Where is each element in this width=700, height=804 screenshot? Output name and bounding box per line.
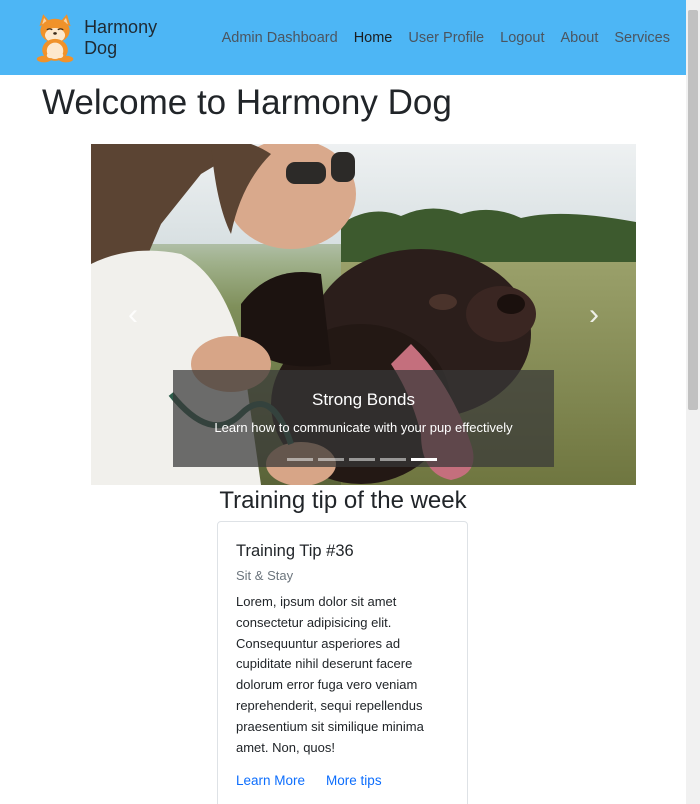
carousel-caption-title: Strong Bonds — [311, 390, 415, 409]
tip-card-title: Training Tip #36 — [236, 542, 354, 560]
nav-link-logout[interactable]: Logout — [500, 30, 544, 46]
nav-link-home[interactable]: Home — [354, 30, 393, 46]
chevron-right-icon[interactable]: › — [579, 300, 609, 330]
nav-link-admin-dashboard[interactable]: Admin Dashboard — [222, 30, 338, 46]
tip-card-links: Learn More More tips — [236, 773, 403, 788]
carousel: ‹ › Strong Bonds Learn how to communicat… — [91, 144, 636, 485]
tip-section-heading: Training tip of the week — [219, 487, 467, 514]
scrollbar-thumb[interactable] — [688, 10, 698, 410]
navbar: Harmony Dog Admin Dashboard Home User Pr… — [0, 0, 686, 75]
brand-name: Harmony Dog — [84, 16, 158, 58]
shiba-dog-logo-icon — [36, 13, 74, 62]
carousel-indicator[interactable] — [287, 458, 313, 461]
tip-card-body: Lorem, ipsum dolor sit amet consectetur … — [236, 594, 424, 755]
carousel-indicator[interactable] — [349, 458, 375, 461]
page-title: Welcome to Harmony Dog — [42, 83, 452, 122]
nav-link-user-profile[interactable]: User Profile — [408, 30, 484, 46]
carousel-indicator-active[interactable] — [411, 458, 437, 461]
more-tips-link[interactable]: More tips — [326, 773, 382, 788]
tip-card-subtitle: Sit & Stay — [236, 568, 294, 583]
nav-links: Admin Dashboard Home User Profile Logout… — [222, 30, 686, 46]
carousel-caption: Strong Bonds Learn how to communicate wi… — [173, 370, 554, 467]
carousel-caption-text: Learn how to communicate with your pup e… — [214, 420, 513, 435]
nav-link-services[interactable]: Services — [614, 30, 670, 46]
brand[interactable]: Harmony Dog — [34, 11, 186, 65]
tip-card: Training Tip #36 Sit & Stay Lorem, ipsum… — [217, 521, 468, 804]
nav-link-about[interactable]: About — [560, 30, 598, 46]
carousel-indicators — [287, 458, 442, 461]
chevron-left-icon[interactable]: ‹ — [118, 300, 148, 330]
carousel-indicator[interactable] — [380, 458, 406, 461]
page-scrollbar[interactable] — [686, 0, 700, 804]
carousel-indicator[interactable] — [318, 458, 344, 461]
learn-more-link[interactable]: Learn More — [236, 773, 305, 788]
